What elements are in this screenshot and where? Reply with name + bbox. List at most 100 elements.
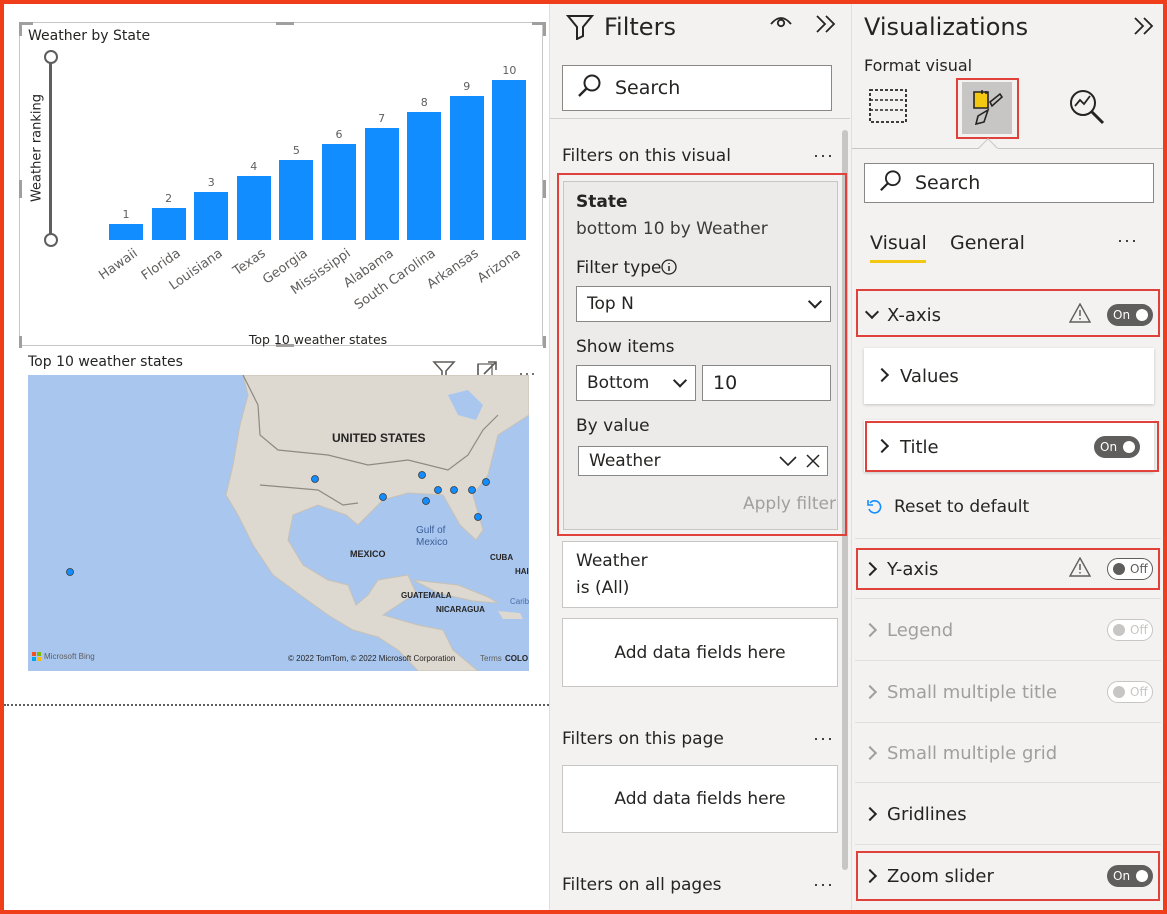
- bar[interactable]: [236, 176, 271, 240]
- y-axis-title: Weather ranking: [29, 93, 45, 203]
- bar-data-label: 3: [207, 176, 215, 189]
- filters-search-input[interactable]: Search: [562, 65, 832, 111]
- corner-handle[interactable]: [543, 336, 546, 348]
- show-items-label: Show items: [576, 337, 675, 357]
- show-items-direction-value: Bottom: [587, 373, 650, 393]
- collapse-pane-icon[interactable]: [1133, 16, 1155, 41]
- bar[interactable]: [407, 112, 442, 240]
- bar[interactable]: [364, 128, 399, 240]
- filters-on-all-pages-label: Filters on all pages: [562, 875, 722, 895]
- apply-filter-button[interactable]: Apply filter: [743, 494, 836, 514]
- microsoft-logo-icon: [32, 652, 41, 661]
- divider: [855, 538, 1161, 539]
- tab-general[interactable]: General: [950, 232, 1025, 254]
- bar-data-label: 8: [420, 96, 428, 109]
- chevron-right-icon: [874, 367, 890, 383]
- x-axis-section[interactable]: X-axis On: [855, 293, 1161, 337]
- edge-handle[interactable]: [19, 180, 22, 198]
- edge-handle[interactable]: [276, 22, 294, 25]
- edge-handle[interactable]: [543, 180, 546, 198]
- search-icon: [879, 169, 903, 198]
- more-options-icon[interactable]: ···: [813, 145, 834, 166]
- reset-to-default-link[interactable]: Reset to default: [894, 497, 1029, 517]
- section-label: Values: [900, 366, 959, 387]
- filters-pane-title: Filters: [604, 13, 676, 41]
- legend-toggle[interactable]: Off: [1107, 619, 1153, 641]
- show-items-direction-dropdown[interactable]: Bottom: [576, 365, 696, 401]
- corner-handle[interactable]: [19, 22, 22, 36]
- section-label: X-axis: [887, 304, 941, 326]
- bar-data-label: 9: [463, 80, 471, 93]
- map-label-mexico: MEXICO: [350, 549, 386, 559]
- zoom-slider-top-handle[interactable]: [44, 50, 58, 64]
- show-items-count-input[interactable]: 10: [702, 365, 831, 401]
- bar[interactable]: [449, 96, 484, 240]
- info-icon[interactable]: [660, 258, 678, 281]
- legend-section[interactable]: Legend Off: [855, 608, 1161, 652]
- add-data-fields-page[interactable]: Add data fields here: [562, 765, 838, 833]
- visualizations-pane-title: Visualizations: [864, 13, 1029, 41]
- format-search-input[interactable]: Search: [864, 163, 1154, 203]
- add-data-fields-visual[interactable]: Add data fields here: [562, 618, 838, 687]
- filters-scrollbar[interactable]: [842, 130, 848, 870]
- bar[interactable]: [492, 80, 527, 240]
- active-tab-underline: [870, 260, 926, 263]
- build-visual-icon[interactable]: [868, 86, 908, 131]
- reset-icon[interactable]: [866, 498, 884, 521]
- eye-icon[interactable]: [770, 14, 792, 35]
- bar-data-label: 1: [122, 208, 130, 221]
- chevron-right-icon: [862, 745, 878, 761]
- y-axis-section[interactable]: Y-axis Off: [855, 547, 1161, 591]
- bar[interactable]: [151, 208, 186, 240]
- more-options-icon[interactable]: ···: [813, 874, 834, 895]
- title-toggle[interactable]: On: [1094, 436, 1140, 458]
- title-card[interactable]: Title On: [864, 420, 1154, 472]
- divider: [855, 844, 1161, 845]
- map-title: Top 10 weather states: [28, 354, 183, 370]
- x-axis-toggle[interactable]: On: [1107, 304, 1153, 326]
- divider: [855, 660, 1161, 661]
- analytics-icon[interactable]: [1068, 88, 1106, 131]
- chevron-down-icon: [864, 304, 880, 320]
- filter-summary: bottom 10 by Weather: [576, 219, 768, 239]
- map-label-colo: COLO: [505, 654, 529, 663]
- y-axis-toggle[interactable]: Off: [1107, 558, 1153, 580]
- zoom-slider-bottom-handle[interactable]: [44, 233, 58, 247]
- tab-visual[interactable]: Visual: [870, 232, 927, 254]
- values-card[interactable]: Values: [864, 348, 1154, 404]
- format-visual-tab[interactable]: [962, 82, 1012, 134]
- small-multiple-title-section[interactable]: Small multiple title Off: [855, 670, 1161, 714]
- filter-type-dropdown[interactable]: Top N: [576, 286, 831, 322]
- divider: [852, 148, 982, 149]
- paintbrush-icon: [973, 90, 1004, 126]
- zoom-slider-toggle[interactable]: On: [1107, 865, 1153, 887]
- chevron-down-icon: [807, 294, 823, 309]
- chevron-down-icon[interactable]: [779, 453, 797, 473]
- bar[interactable]: [322, 144, 356, 240]
- small-multiple-grid-section[interactable]: Small multiple grid: [855, 731, 1161, 775]
- bar[interactable]: [194, 192, 229, 240]
- map-visual[interactable]: UNITED STATES MEXICO Gulf of Mexico CUBA…: [28, 375, 529, 671]
- collapse-pane-icon[interactable]: [815, 14, 837, 39]
- bar-data-label: 6: [335, 128, 343, 141]
- zoom-slider-track[interactable]: [49, 57, 52, 240]
- zoom-slider-section[interactable]: Zoom slider On: [855, 854, 1161, 898]
- map-terms-link[interactable]: Terms: [480, 654, 502, 663]
- bar[interactable]: [109, 224, 143, 240]
- close-icon[interactable]: [806, 453, 820, 473]
- map-label-guatemala: GUATEMALA: [401, 591, 452, 600]
- map-label-nicaragua: NICARAGUA: [436, 605, 485, 614]
- search-placeholder: Search: [615, 77, 681, 99]
- bar[interactable]: [279, 160, 314, 240]
- more-options-icon[interactable]: ···: [813, 728, 834, 749]
- bar-data-label: 10: [502, 64, 517, 77]
- section-label: Gridlines: [887, 803, 967, 825]
- corner-handle[interactable]: [543, 22, 546, 36]
- corner-handle[interactable]: [19, 336, 22, 348]
- gridlines-section[interactable]: Gridlines: [855, 792, 1161, 836]
- map-label-us: UNITED STATES: [332, 431, 426, 445]
- small-multiple-title-toggle[interactable]: Off: [1107, 681, 1153, 703]
- more-options-icon[interactable]: ···: [1117, 230, 1138, 251]
- by-value-field-well[interactable]: Weather: [578, 446, 828, 476]
- section-label: Y-axis: [887, 558, 939, 580]
